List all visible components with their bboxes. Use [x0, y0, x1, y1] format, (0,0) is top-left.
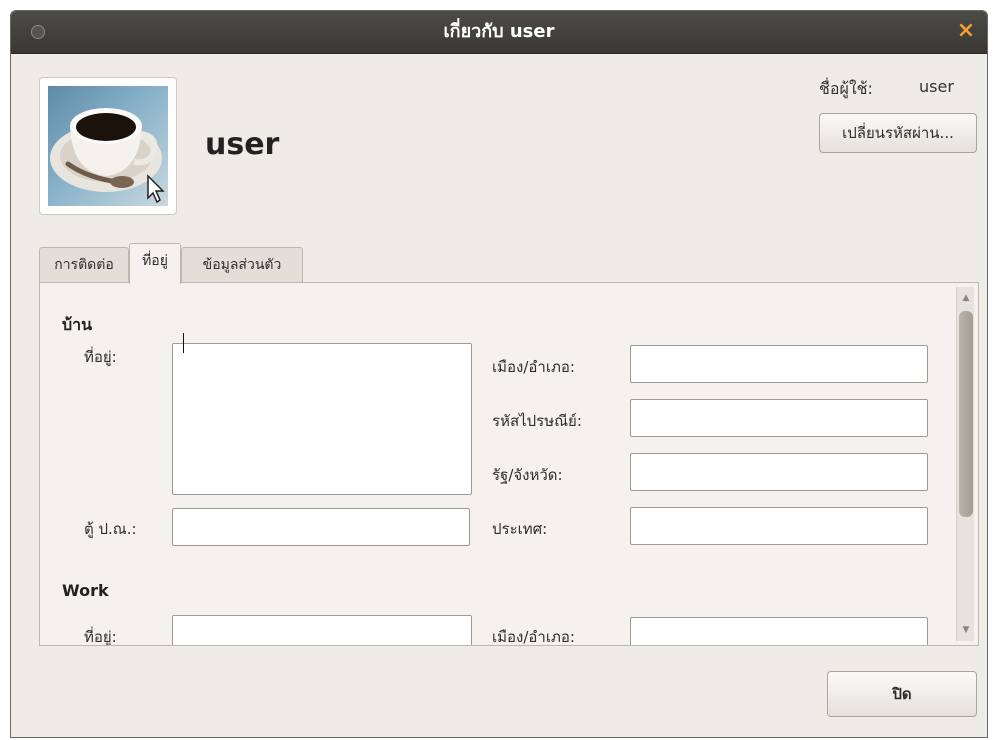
tab-personal-info[interactable]: ข้อมูลส่วนตัว [181, 247, 303, 283]
work-address-label: ที่อยู่: [84, 628, 117, 646]
home-po-box-field[interactable] [172, 508, 470, 546]
work-address-field[interactable] [172, 615, 472, 645]
display-name: user [205, 127, 280, 162]
change-password-button[interactable]: เปลี่ยนรหัสผ่าน... [819, 113, 977, 153]
home-po-box-label: ตู้ ป.ณ.: [84, 520, 137, 538]
work-city-field[interactable] [630, 617, 928, 645]
coffee-cup-avatar [48, 86, 168, 206]
home-city-field[interactable] [630, 345, 928, 383]
home-address-field[interactable] [172, 343, 472, 495]
home-postcode-field[interactable] [630, 399, 928, 437]
home-country-field[interactable] [630, 507, 928, 545]
home-postcode-label: รหัสไปรษณีย์: [492, 412, 582, 430]
avatar-button[interactable] [39, 77, 177, 215]
home-section-title: บ้าน [62, 315, 93, 334]
home-state-label: รัฐ/จังหวัด: [492, 466, 563, 484]
address-panel: บ้าน ที่อยู่: ตู้ ป.ณ.: เมือง/อำเภอ: รหั… [39, 282, 979, 646]
title-bar[interactable]: เกี่ยวกับ user × [11, 11, 987, 54]
home-address-label: ที่อยู่: [84, 348, 117, 366]
tab-address[interactable]: ที่อยู่ [129, 243, 181, 284]
about-me-dialog: เกี่ยวกับ user × user ชื่อผู้ใช้: user เ… [10, 10, 988, 738]
home-country-label: ประเทศ: [492, 520, 548, 538]
text-caret [183, 333, 184, 353]
home-city-label: เมือง/อำเภอ: [492, 358, 575, 376]
scroll-up-icon[interactable]: ▲ [957, 289, 975, 307]
close-button[interactable]: ปิด [827, 671, 977, 717]
username-label: ชื่อผู้ใช้: [819, 79, 873, 98]
window-title: เกี่ยวกับ user [443, 21, 555, 42]
work-section-title: Work [62, 581, 109, 600]
close-icon[interactable]: × [953, 18, 979, 44]
work-city-label: เมือง/อำเภอ: [492, 628, 575, 646]
vertical-scrollbar[interactable]: ▲ ▼ [956, 287, 974, 641]
scroll-down-icon[interactable]: ▼ [957, 621, 975, 639]
scrollbar-thumb[interactable] [959, 311, 973, 517]
tab-contact[interactable]: การติดต่อ [39, 247, 129, 283]
home-state-field[interactable] [630, 453, 928, 491]
username-value: user [919, 77, 954, 96]
